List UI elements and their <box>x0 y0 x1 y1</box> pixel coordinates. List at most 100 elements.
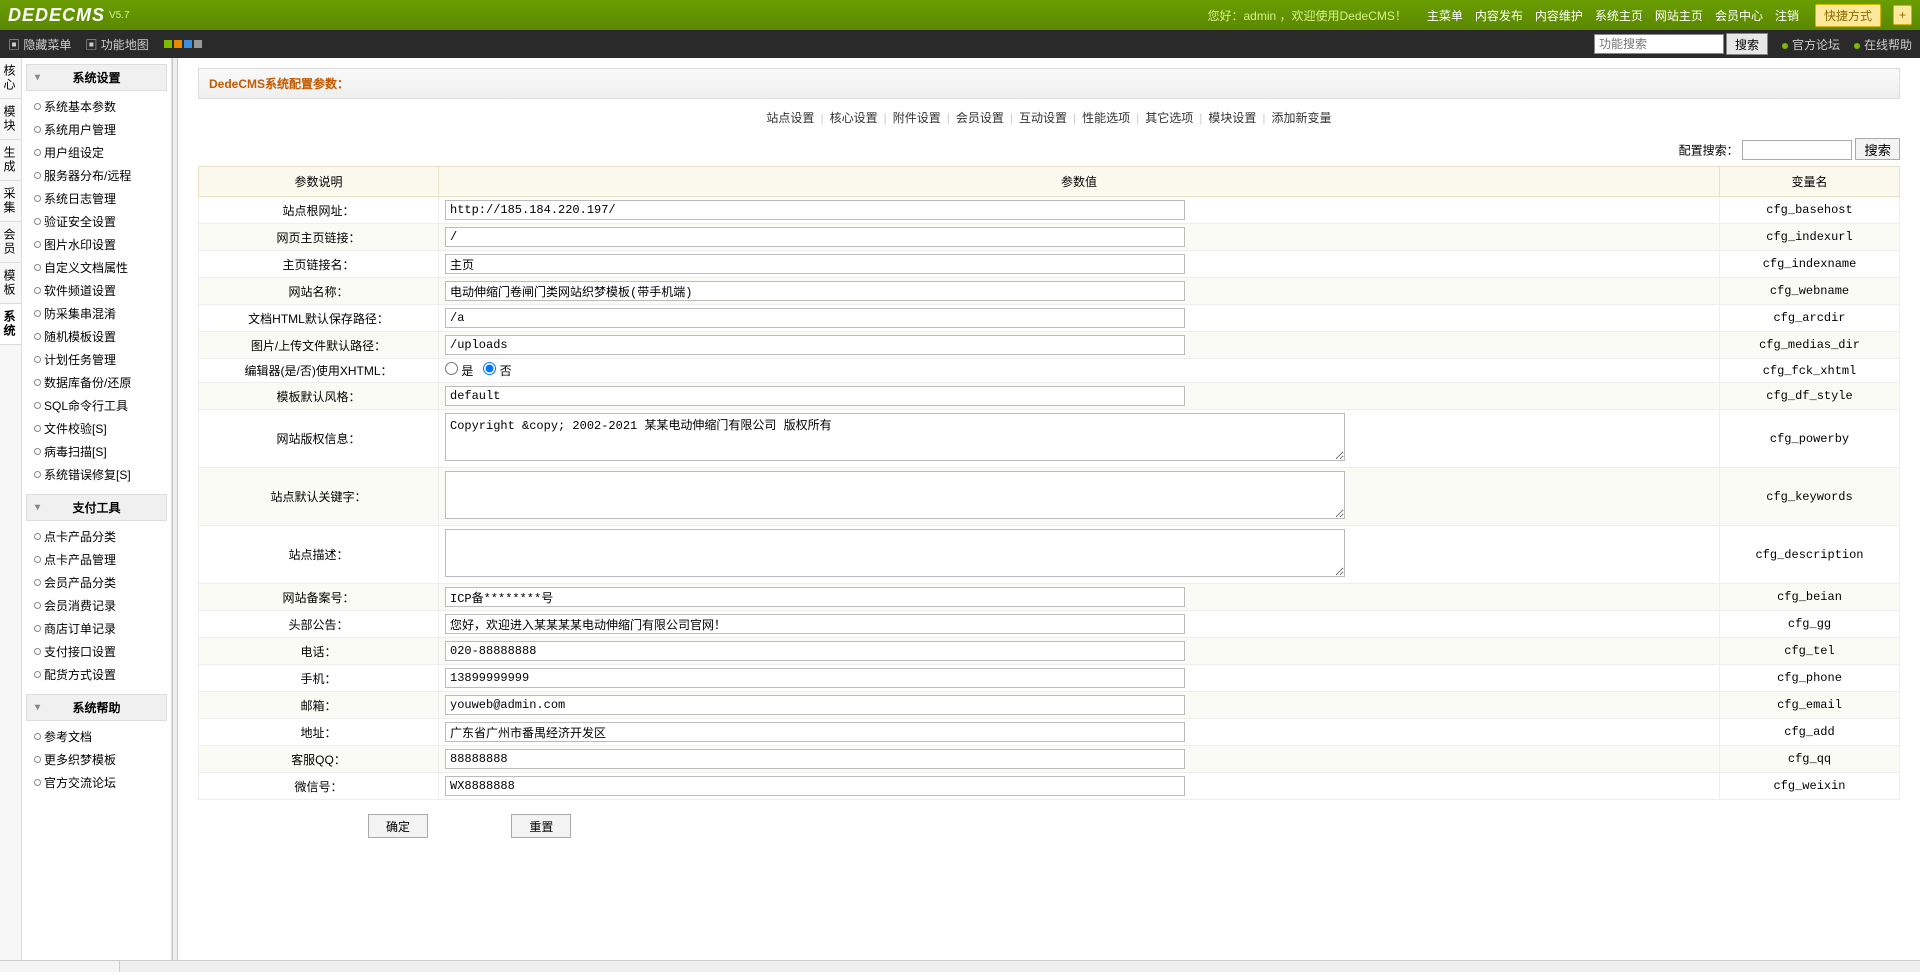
nav-item-2[interactable]: 生成 <box>0 140 21 181</box>
config-input[interactable] <box>445 254 1185 274</box>
config-input[interactable] <box>445 668 1185 688</box>
config-varname: cfg_email <box>1720 692 1900 719</box>
config-varname: cfg_beian <box>1720 584 1900 611</box>
function-map-link[interactable]: ▣ 功能地图 <box>85 36 148 53</box>
nav-item-0[interactable]: 核心 <box>0 58 21 99</box>
sidebar-group-title[interactable]: 支付工具 <box>26 494 167 521</box>
sidebar-item[interactable]: 数据库备份/还原 <box>30 371 163 394</box>
sidebar-item[interactable]: 文件校验[S] <box>30 417 163 440</box>
config-input[interactable] <box>445 281 1185 301</box>
config-varname: cfg_description <box>1720 526 1900 584</box>
nav-item-3[interactable]: 采集 <box>0 181 21 222</box>
nav-item-6[interactable]: 系统 <box>0 304 21 345</box>
config-tab[interactable]: 互动设置 <box>1019 111 1067 125</box>
sidebar-group-title[interactable]: 系统帮助 <box>26 694 167 721</box>
menu-publish[interactable]: 内容发布 <box>1475 7 1523 24</box>
config-input[interactable] <box>445 614 1185 634</box>
menu-main[interactable]: 主菜单 <box>1427 7 1463 24</box>
sidebar-item[interactable]: 系统基本参数 <box>30 95 163 118</box>
official-forum-link[interactable]: 官方论坛 <box>1782 36 1840 53</box>
config-radio[interactable] <box>483 362 496 375</box>
config-tab[interactable]: 模块设置 <box>1208 111 1256 125</box>
reset-button[interactable]: 重置 <box>511 814 571 838</box>
config-tab[interactable]: 会员设置 <box>956 111 1004 125</box>
config-tab[interactable]: 其它选项 <box>1145 111 1193 125</box>
config-value-cell <box>439 665 1720 692</box>
config-radio[interactable] <box>445 362 458 375</box>
config-search-button[interactable]: 搜索 <box>1855 138 1900 160</box>
sidebar-item[interactable]: 服务器分布/远程 <box>30 164 163 187</box>
menu-syshome[interactable]: 系统主页 <box>1595 7 1643 24</box>
sidebar-item[interactable]: 系统用户管理 <box>30 118 163 141</box>
nav-item-4[interactable]: 会员 <box>0 222 21 263</box>
function-search-input[interactable] <box>1594 34 1724 54</box>
config-input[interactable] <box>445 695 1185 715</box>
sidebar-item[interactable]: 图片水印设置 <box>30 233 163 256</box>
config-value-cell <box>439 410 1720 468</box>
config-row: 文档HTML默认保存路径：cfg_arcdir <box>199 305 1900 332</box>
menu-member[interactable]: 会员中心 <box>1715 7 1763 24</box>
theme-color-dots[interactable] <box>163 37 203 51</box>
sidebar-item[interactable]: 计划任务管理 <box>30 348 163 371</box>
config-tab[interactable]: 核心设置 <box>830 111 878 125</box>
sidebar-item[interactable]: 系统日志管理 <box>30 187 163 210</box>
config-tab[interactable]: 站点设置 <box>766 111 814 125</box>
config-input[interactable] <box>445 749 1185 769</box>
sidebar-item[interactable]: 点卡产品管理 <box>30 548 163 571</box>
sidebar-item[interactable]: 会员消费记录 <box>30 594 163 617</box>
nav-item-1[interactable]: 模块 <box>0 99 21 140</box>
sidebar-item[interactable]: 支付接口设置 <box>30 640 163 663</box>
config-input[interactable] <box>445 587 1185 607</box>
nav-item-5[interactable]: 模板 <box>0 263 21 304</box>
config-input[interactable] <box>445 641 1185 661</box>
config-search-input[interactable] <box>1742 140 1852 160</box>
sidebar-item[interactable]: 自定义文档属性 <box>30 256 163 279</box>
config-input[interactable] <box>445 776 1185 796</box>
sidebar-item[interactable]: 系统错误修复[S] <box>30 463 163 486</box>
quick-shortcut-button[interactable]: 快捷方式 <box>1815 4 1881 27</box>
sidebar-item[interactable]: 软件频道设置 <box>30 279 163 302</box>
config-value-cell <box>439 251 1720 278</box>
function-search-button[interactable]: 搜索 <box>1726 33 1768 55</box>
sidebar-item[interactable]: 防采集串混淆 <box>30 302 163 325</box>
menu-maintain[interactable]: 内容维护 <box>1535 7 1583 24</box>
config-textarea[interactable] <box>445 413 1345 461</box>
footer-tab <box>0 961 120 972</box>
config-tab[interactable]: 添加新变量 <box>1272 111 1332 125</box>
sidebar-group-title[interactable]: 系统设置 <box>26 64 167 91</box>
config-input[interactable] <box>445 386 1185 406</box>
config-value-cell <box>439 305 1720 332</box>
sidebar-item[interactable]: 官方交流论坛 <box>30 771 163 794</box>
sidebar-item[interactable]: 验证安全设置 <box>30 210 163 233</box>
config-desc: 编辑器(是/否)使用XHTML： <box>199 359 439 383</box>
sidebar-item[interactable]: 配货方式设置 <box>30 663 163 686</box>
sidebar-item[interactable]: 点卡产品分类 <box>30 525 163 548</box>
sidebar-item[interactable]: 病毒扫描[S] <box>30 440 163 463</box>
menu-sitehome[interactable]: 网站主页 <box>1655 7 1703 24</box>
config-input[interactable] <box>445 227 1185 247</box>
online-help-link[interactable]: 在线帮助 <box>1854 36 1912 53</box>
sidebar-item[interactable]: 用户组设定 <box>30 141 163 164</box>
config-tab[interactable]: 附件设置 <box>893 111 941 125</box>
config-input[interactable] <box>445 335 1185 355</box>
sidebar-item[interactable]: 商店订单记录 <box>30 617 163 640</box>
hide-menu-link[interactable]: ▣ 隐藏菜单 <box>8 36 71 53</box>
config-radio-label[interactable]: 否 <box>483 364 511 378</box>
config-desc: 网站版权信息： <box>199 410 439 468</box>
submit-button[interactable]: 确定 <box>368 814 428 838</box>
config-input[interactable] <box>445 308 1185 328</box>
config-input[interactable] <box>445 200 1185 220</box>
add-shortcut-button[interactable]: + <box>1893 5 1912 25</box>
config-input[interactable] <box>445 722 1185 742</box>
sidebar-item[interactable]: 会员产品分类 <box>30 571 163 594</box>
config-textarea[interactable] <box>445 471 1345 519</box>
sidebar-item[interactable]: 随机模板设置 <box>30 325 163 348</box>
config-radio-label[interactable]: 是 <box>445 364 473 378</box>
sidebar-item[interactable]: 更多织梦模板 <box>30 748 163 771</box>
config-textarea[interactable] <box>445 529 1345 577</box>
config-table: 参数说明 参数值 变量名 站点根网址：cfg_basehost网页主页链接：cf… <box>198 166 1900 800</box>
menu-logout[interactable]: 注销 <box>1775 7 1799 24</box>
sidebar-item[interactable]: 参考文档 <box>30 725 163 748</box>
sidebar-item[interactable]: SQL命令行工具 <box>30 394 163 417</box>
config-tab[interactable]: 性能选项 <box>1082 111 1130 125</box>
